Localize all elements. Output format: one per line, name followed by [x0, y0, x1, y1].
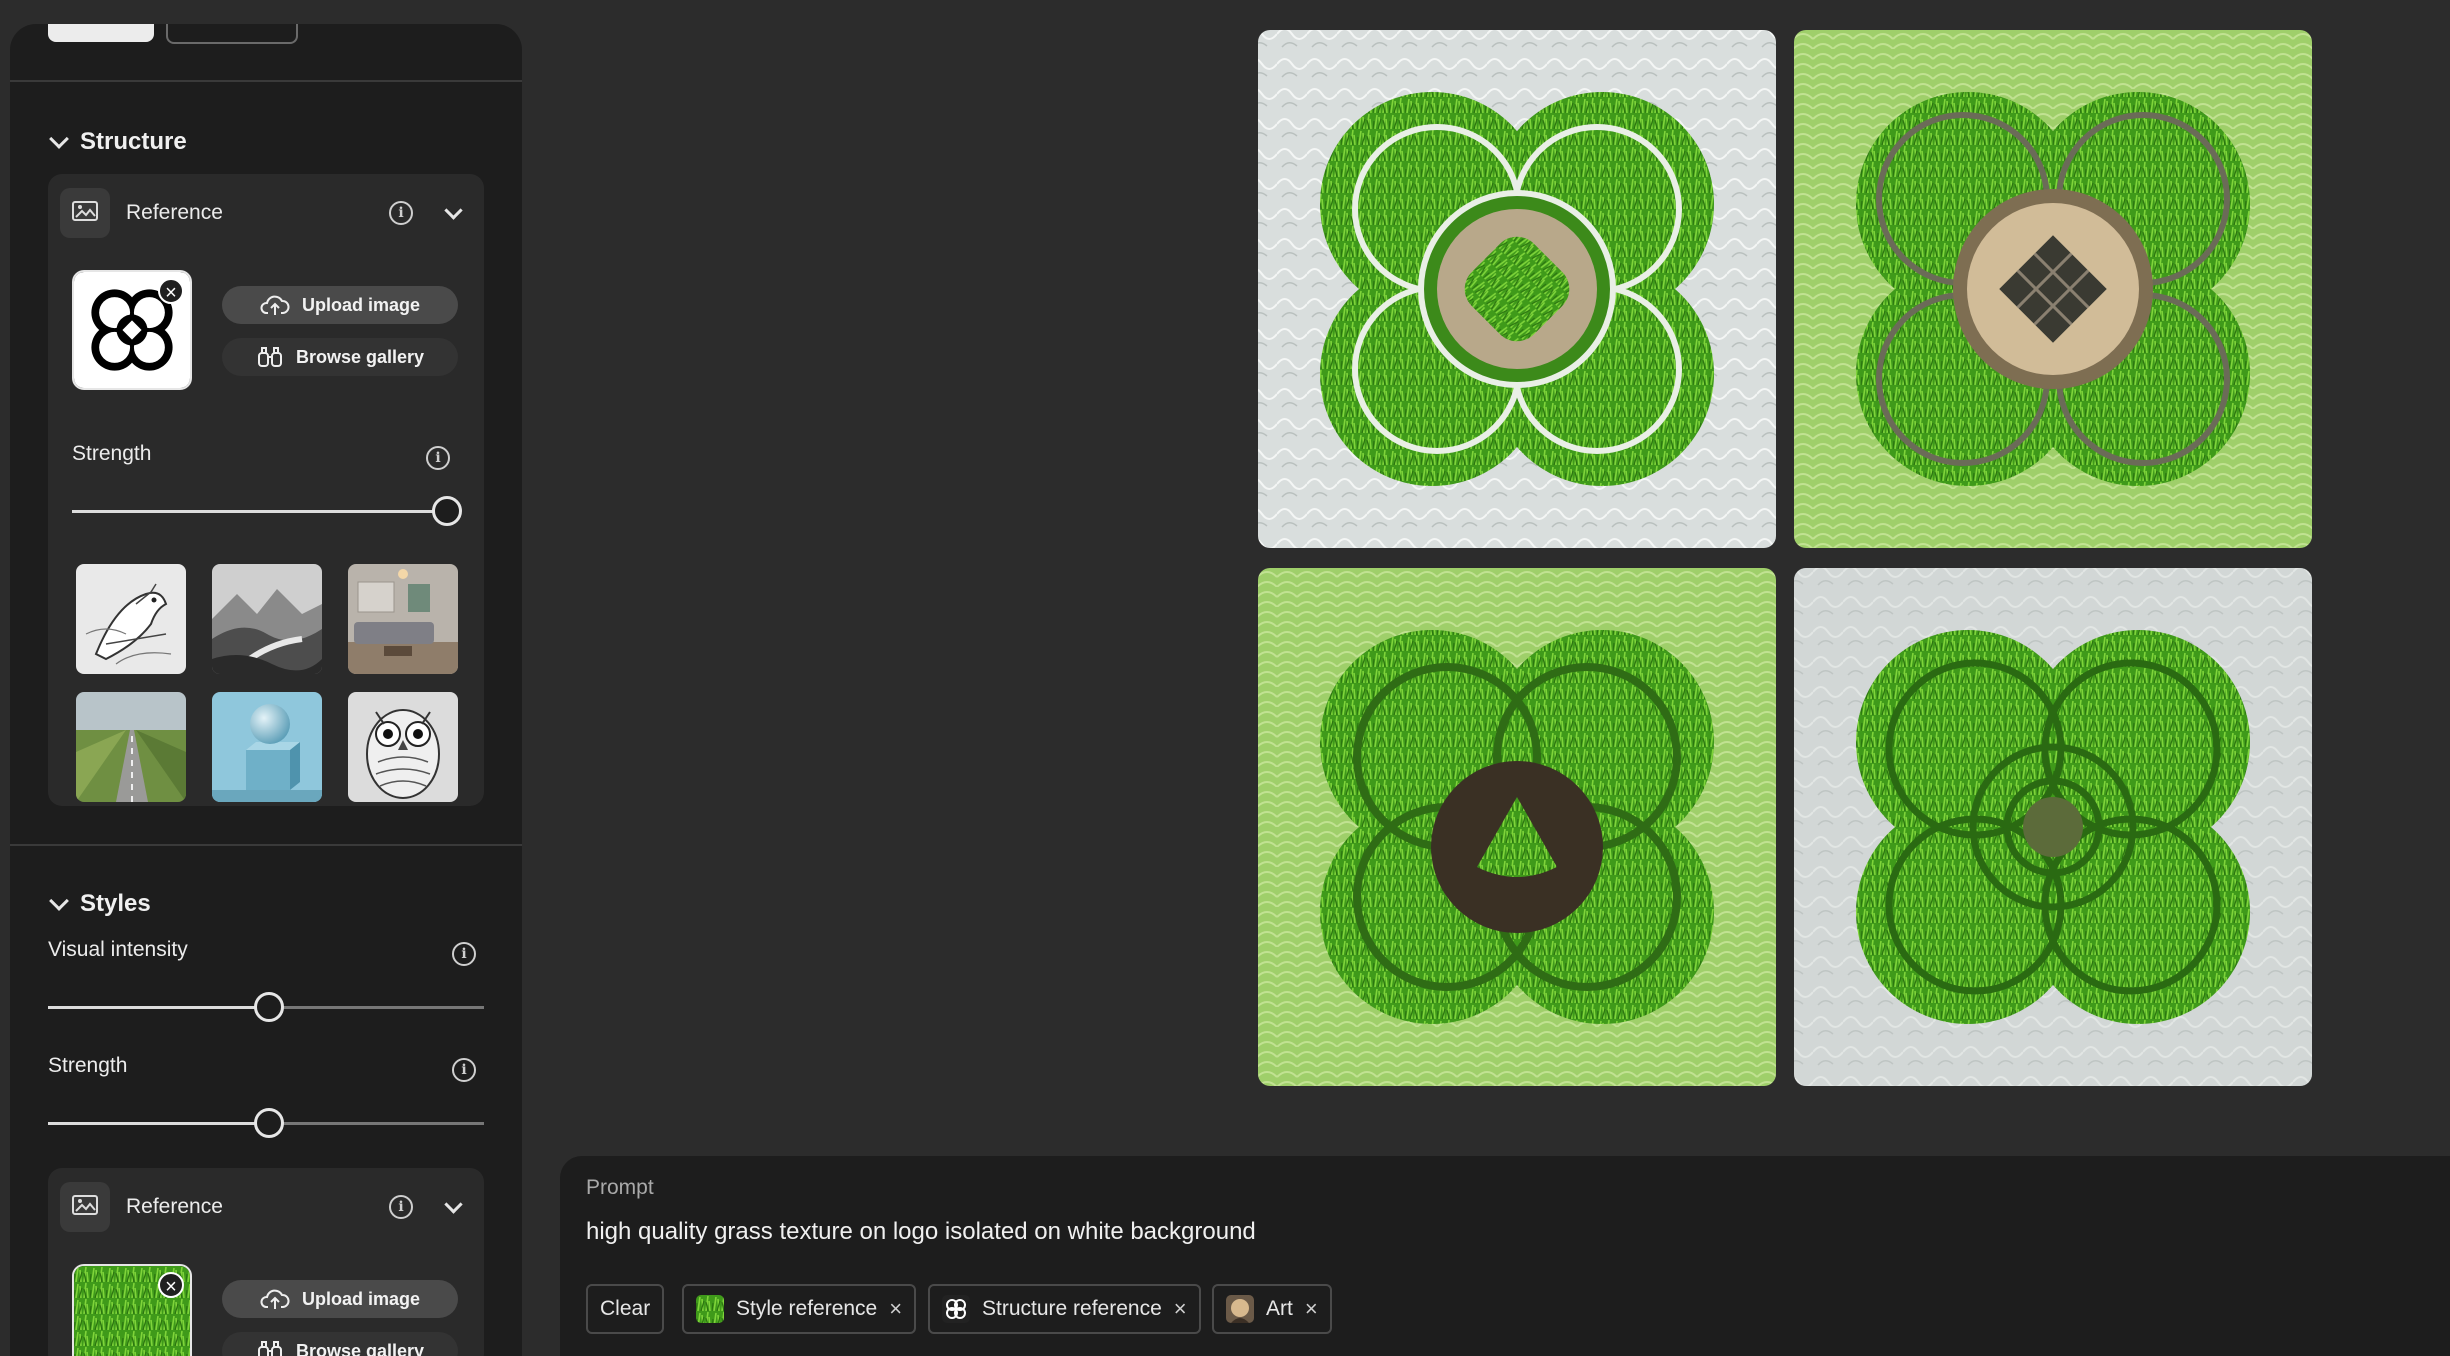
slider-knob[interactable]: [254, 1108, 284, 1138]
structure-title: Structure: [80, 128, 187, 155]
cloud-upload-icon: [260, 1289, 290, 1309]
structure-strength-label: Strength: [72, 442, 152, 465]
cloud-upload-icon: [260, 295, 290, 315]
style-reference-label: Style reference: [736, 1297, 878, 1320]
info-icon[interactable]: i: [389, 1195, 413, 1219]
browse-gallery-button[interactable]: Browse gallery: [222, 338, 458, 376]
grass-thumbnail-icon: [696, 1295, 724, 1323]
tab-stub[interactable]: [166, 24, 298, 44]
art-thumbnail-icon: [1226, 1295, 1254, 1323]
structure-reference-header[interactable]: Reference i: [60, 186, 472, 240]
slider-fill: [48, 1006, 266, 1009]
remove-chip-icon[interactable]: ×: [1174, 1296, 1187, 1322]
structure-reference-label: Structure reference: [982, 1297, 1162, 1320]
styles-section-header[interactable]: Styles: [49, 890, 151, 918]
upload-image-label: Upload image: [301, 294, 421, 315]
generated-image-1[interactable]: [1258, 30, 1776, 548]
remove-chip-icon[interactable]: ×: [889, 1296, 902, 1322]
structure-reference-card: Reference i × Upload image Browse galler…: [48, 174, 484, 806]
styles-strength-label: Strength: [48, 1054, 128, 1077]
info-icon[interactable]: i: [389, 201, 413, 225]
structure-reference-thumbnail[interactable]: ×: [72, 270, 192, 390]
tab-stub-active[interactable]: [48, 24, 154, 42]
divider: [10, 844, 522, 846]
styles-strength-slider[interactable]: [48, 1108, 484, 1138]
art-chip[interactable]: Art ×: [1212, 1284, 1332, 1334]
slider-fill: [72, 510, 444, 513]
chevron-down-icon[interactable]: [444, 1194, 463, 1214]
preset-thumbnail-living-room[interactable]: [348, 564, 458, 674]
structure-reference-label: Reference: [126, 201, 223, 224]
preset-thumbnail-owl-sketch[interactable]: [348, 692, 458, 802]
styles-reference-thumbnail[interactable]: ×: [72, 1264, 192, 1356]
remove-reference-button[interactable]: ×: [158, 278, 184, 304]
remove-reference-button[interactable]: ×: [158, 1272, 184, 1298]
preset-thumbnail-mountain-landscape[interactable]: [212, 564, 322, 674]
clear-label: Clear: [600, 1297, 651, 1320]
remove-chip-icon[interactable]: ×: [1305, 1296, 1318, 1322]
binoculars-icon: [257, 347, 282, 367]
visual-intensity-slider[interactable]: [48, 992, 484, 1022]
structure-reference-chip[interactable]: Structure reference ×: [928, 1284, 1201, 1334]
upload-image-button[interactable]: Upload image: [222, 286, 458, 324]
preset-thumbnail-sphere-on-cube[interactable]: [212, 692, 322, 802]
structure-strength-slider[interactable]: [72, 496, 462, 526]
styles-reference-header[interactable]: Reference i: [60, 1180, 472, 1234]
art-label: Art: [1266, 1297, 1293, 1320]
styles-reference-card: Reference i × Upload image Browse galler…: [48, 1168, 484, 1356]
prompt-title: Prompt: [586, 1176, 654, 1199]
upload-image-label: Upload image: [301, 1288, 421, 1309]
generated-image-3[interactable]: [1258, 568, 1776, 1086]
visual-intensity-label: Visual intensity: [48, 938, 188, 961]
style-reference-chip[interactable]: Style reference ×: [682, 1284, 917, 1334]
slider-fill: [48, 1122, 266, 1125]
binoculars-icon: [257, 1341, 282, 1356]
chevron-down-icon: [49, 891, 69, 911]
logo-thumbnail-icon: [942, 1295, 970, 1323]
upload-image-button[interactable]: Upload image: [222, 1280, 458, 1318]
generated-image-2[interactable]: [1794, 30, 2312, 548]
generated-image-4[interactable]: [1794, 568, 2312, 1086]
image-reference-icon: [60, 1182, 110, 1232]
styles-reference-label: Reference: [126, 1195, 223, 1218]
clear-button[interactable]: Clear: [586, 1284, 665, 1334]
styles-title: Styles: [80, 890, 151, 917]
settings-sidebar: Structure Reference i × Upload image Bro…: [10, 24, 522, 1356]
slider-knob[interactable]: [432, 496, 462, 526]
info-icon[interactable]: i: [452, 1058, 476, 1082]
chevron-down-icon: [49, 129, 69, 149]
browse-gallery-button[interactable]: Browse gallery: [222, 1332, 458, 1356]
preset-thumbnail-road-field[interactable]: [76, 692, 186, 802]
preset-thumbnail-bird-sketch[interactable]: [76, 564, 186, 674]
prompt-input[interactable]: high quality grass texture on logo isola…: [586, 1218, 1256, 1246]
slider-knob[interactable]: [254, 992, 284, 1022]
structure-section-header[interactable]: Structure: [49, 128, 187, 156]
image-reference-icon: [60, 188, 110, 238]
info-icon[interactable]: i: [426, 446, 450, 470]
browse-gallery-label: Browse gallery: [295, 346, 425, 367]
info-icon[interactable]: i: [452, 942, 476, 966]
divider: [10, 80, 522, 82]
prompt-panel: Prompt high quality grass texture on log…: [560, 1156, 2450, 1356]
browse-gallery-label: Browse gallery: [295, 1340, 425, 1356]
chevron-down-icon[interactable]: [444, 200, 463, 220]
